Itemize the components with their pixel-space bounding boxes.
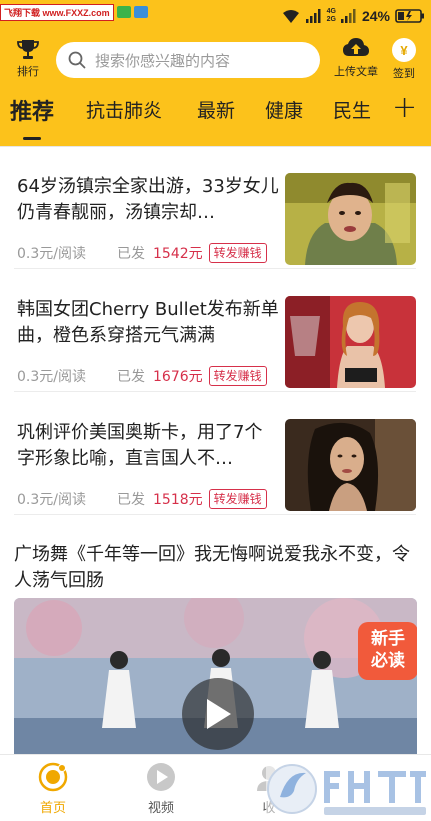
- tab-health[interactable]: 健康: [265, 96, 303, 123]
- earned-amount: 1518元: [153, 492, 203, 508]
- news-feed[interactable]: 64岁汤镇宗全家出游，33岁女儿仍青春靓丽，汤镇宗却… 0.3元/阅读 已发 1…: [0, 146, 431, 754]
- news-card[interactable]: 韩国女团Cherry Bullet发布新单曲，橙色系穿搭元气满满 0.3元/阅读…: [0, 269, 431, 392]
- sent-label: 已发: [117, 492, 145, 508]
- news-card[interactable]: 巩俐评价美国奥斯卡，用了7个字形象比喻，直言国人不… 0.3元/阅读 已发 15…: [0, 392, 431, 515]
- rank-label: 排行: [17, 66, 39, 78]
- app-notification-icon: [133, 6, 148, 18]
- tab-latest[interactable]: 最新: [197, 96, 235, 123]
- play-icon: [207, 699, 231, 729]
- badge-line: 新手: [371, 629, 405, 649]
- signal-icon: [340, 9, 356, 23]
- upload-label: 上传文章: [334, 66, 378, 78]
- sign-in-label: 签到: [393, 68, 415, 80]
- video-icon: [147, 763, 175, 791]
- search-placeholder: 搜索你感兴趣的内容: [95, 51, 231, 70]
- cloud-upload-icon: [343, 38, 369, 56]
- network-type-2: 2G: [326, 16, 336, 23]
- badge-line: 必读: [371, 651, 405, 671]
- app-header: 排行 搜索你感兴趣的内容 上传文章 ¥ 签到: [0, 34, 431, 86]
- rank-button[interactable]: 排行: [8, 36, 48, 84]
- battery-percent: 24%: [361, 8, 390, 24]
- sent-label: 已发: [117, 246, 145, 262]
- read-rate: 0.3元/阅读: [17, 492, 86, 508]
- news-image: [285, 296, 416, 388]
- nav-video-label: 视频: [147, 801, 174, 816]
- video-card[interactable]: 广场舞《千年等一回》我无悔啊说爱我永不变，令人荡气回肠 新手 必读: [0, 536, 431, 754]
- video-thumbnail[interactable]: 新手 必读: [14, 598, 417, 754]
- share-earn-button[interactable]: 转发赚钱: [208, 366, 267, 386]
- active-tab-indicator: [23, 137, 41, 140]
- news-meta: 0.3元/阅读 已发 1542元 转发赚钱: [17, 242, 267, 264]
- tab-livelihood[interactable]: 民生: [333, 96, 371, 123]
- nav-home[interactable]: 首页: [25, 761, 81, 819]
- trophy-icon: [17, 40, 39, 59]
- news-card[interactable]: 64岁汤镇宗全家出游，33岁女儿仍青春靓丽，汤镇宗却… 0.3元/阅读 已发 1…: [0, 146, 431, 269]
- upload-article-button[interactable]: 上传文章: [330, 36, 382, 84]
- battery-icon: [395, 9, 424, 23]
- category-tabs: 推荐 抗击肺炎 最新 健康 民生 +: [0, 86, 431, 146]
- search-input[interactable]: 搜索你感兴趣的内容: [56, 42, 320, 78]
- newbie-guide-badge[interactable]: 新手 必读: [358, 622, 417, 680]
- news-thumbnail: [285, 173, 416, 265]
- nav-video[interactable]: 视频: [133, 761, 189, 819]
- status-bar: 飞翔下载 www.FXXZ.com 4G 2G 24%: [0, 0, 431, 34]
- top-watermark: 飞翔下载 www.FXXZ.com: [0, 3, 148, 21]
- sign-in-button[interactable]: ¥ 签到: [384, 36, 424, 84]
- tab-fight-pneumonia[interactable]: 抗击肺炎: [86, 96, 162, 123]
- share-earn-button[interactable]: 转发赚钱: [208, 243, 267, 263]
- news-title: 韩国女团Cherry Bullet发布新单曲，橙色系穿搭元气满满: [17, 299, 279, 346]
- play-button[interactable]: [182, 678, 254, 750]
- coin-icon: ¥: [392, 38, 416, 62]
- tab-recommend[interactable]: 推荐: [10, 94, 54, 126]
- status-indicators: 4G 2G 24%: [281, 6, 425, 26]
- earned-amount: 1676元: [153, 369, 203, 385]
- earned-amount: 1542元: [153, 246, 203, 262]
- site-watermark-logo: [266, 757, 431, 821]
- read-rate: 0.3元/阅读: [17, 369, 86, 385]
- news-title: 巩俐评价美国奥斯卡，用了7个字形象比喻，直言国人不…: [17, 422, 263, 469]
- top-watermark-text: 飞翔下载 www.FXXZ.com: [0, 3, 114, 21]
- home-icon: [38, 762, 68, 792]
- news-image: [285, 419, 416, 511]
- nav-home-label: 首页: [39, 801, 66, 816]
- news-meta: 0.3元/阅读 已发 1518元 转发赚钱: [17, 488, 267, 510]
- signal-icon: [305, 9, 321, 23]
- add-tab-button[interactable]: +: [392, 90, 417, 125]
- news-image: [285, 173, 416, 265]
- read-rate: 0.3元/阅读: [17, 246, 86, 262]
- news-meta: 0.3元/阅读 已发 1676元 转发赚钱: [17, 365, 267, 387]
- news-thumbnail: [285, 296, 416, 388]
- network-type: 4G 2G: [327, 8, 336, 24]
- search-icon: [68, 51, 86, 69]
- network-type-1: 4G: [326, 8, 336, 15]
- app-notification-icon: [116, 6, 131, 18]
- news-title: 64岁汤镇宗全家出游，33岁女儿仍青春靓丽，汤镇宗却…: [17, 176, 279, 223]
- news-thumbnail: [285, 419, 416, 511]
- wifi-icon: [282, 9, 299, 23]
- share-earn-button[interactable]: 转发赚钱: [208, 489, 267, 509]
- video-title: 广场舞《千年等一回》我无悔啊说爱我永不变，令人荡气回肠: [14, 544, 410, 591]
- sent-label: 已发: [117, 369, 145, 385]
- divider: [14, 514, 416, 515]
